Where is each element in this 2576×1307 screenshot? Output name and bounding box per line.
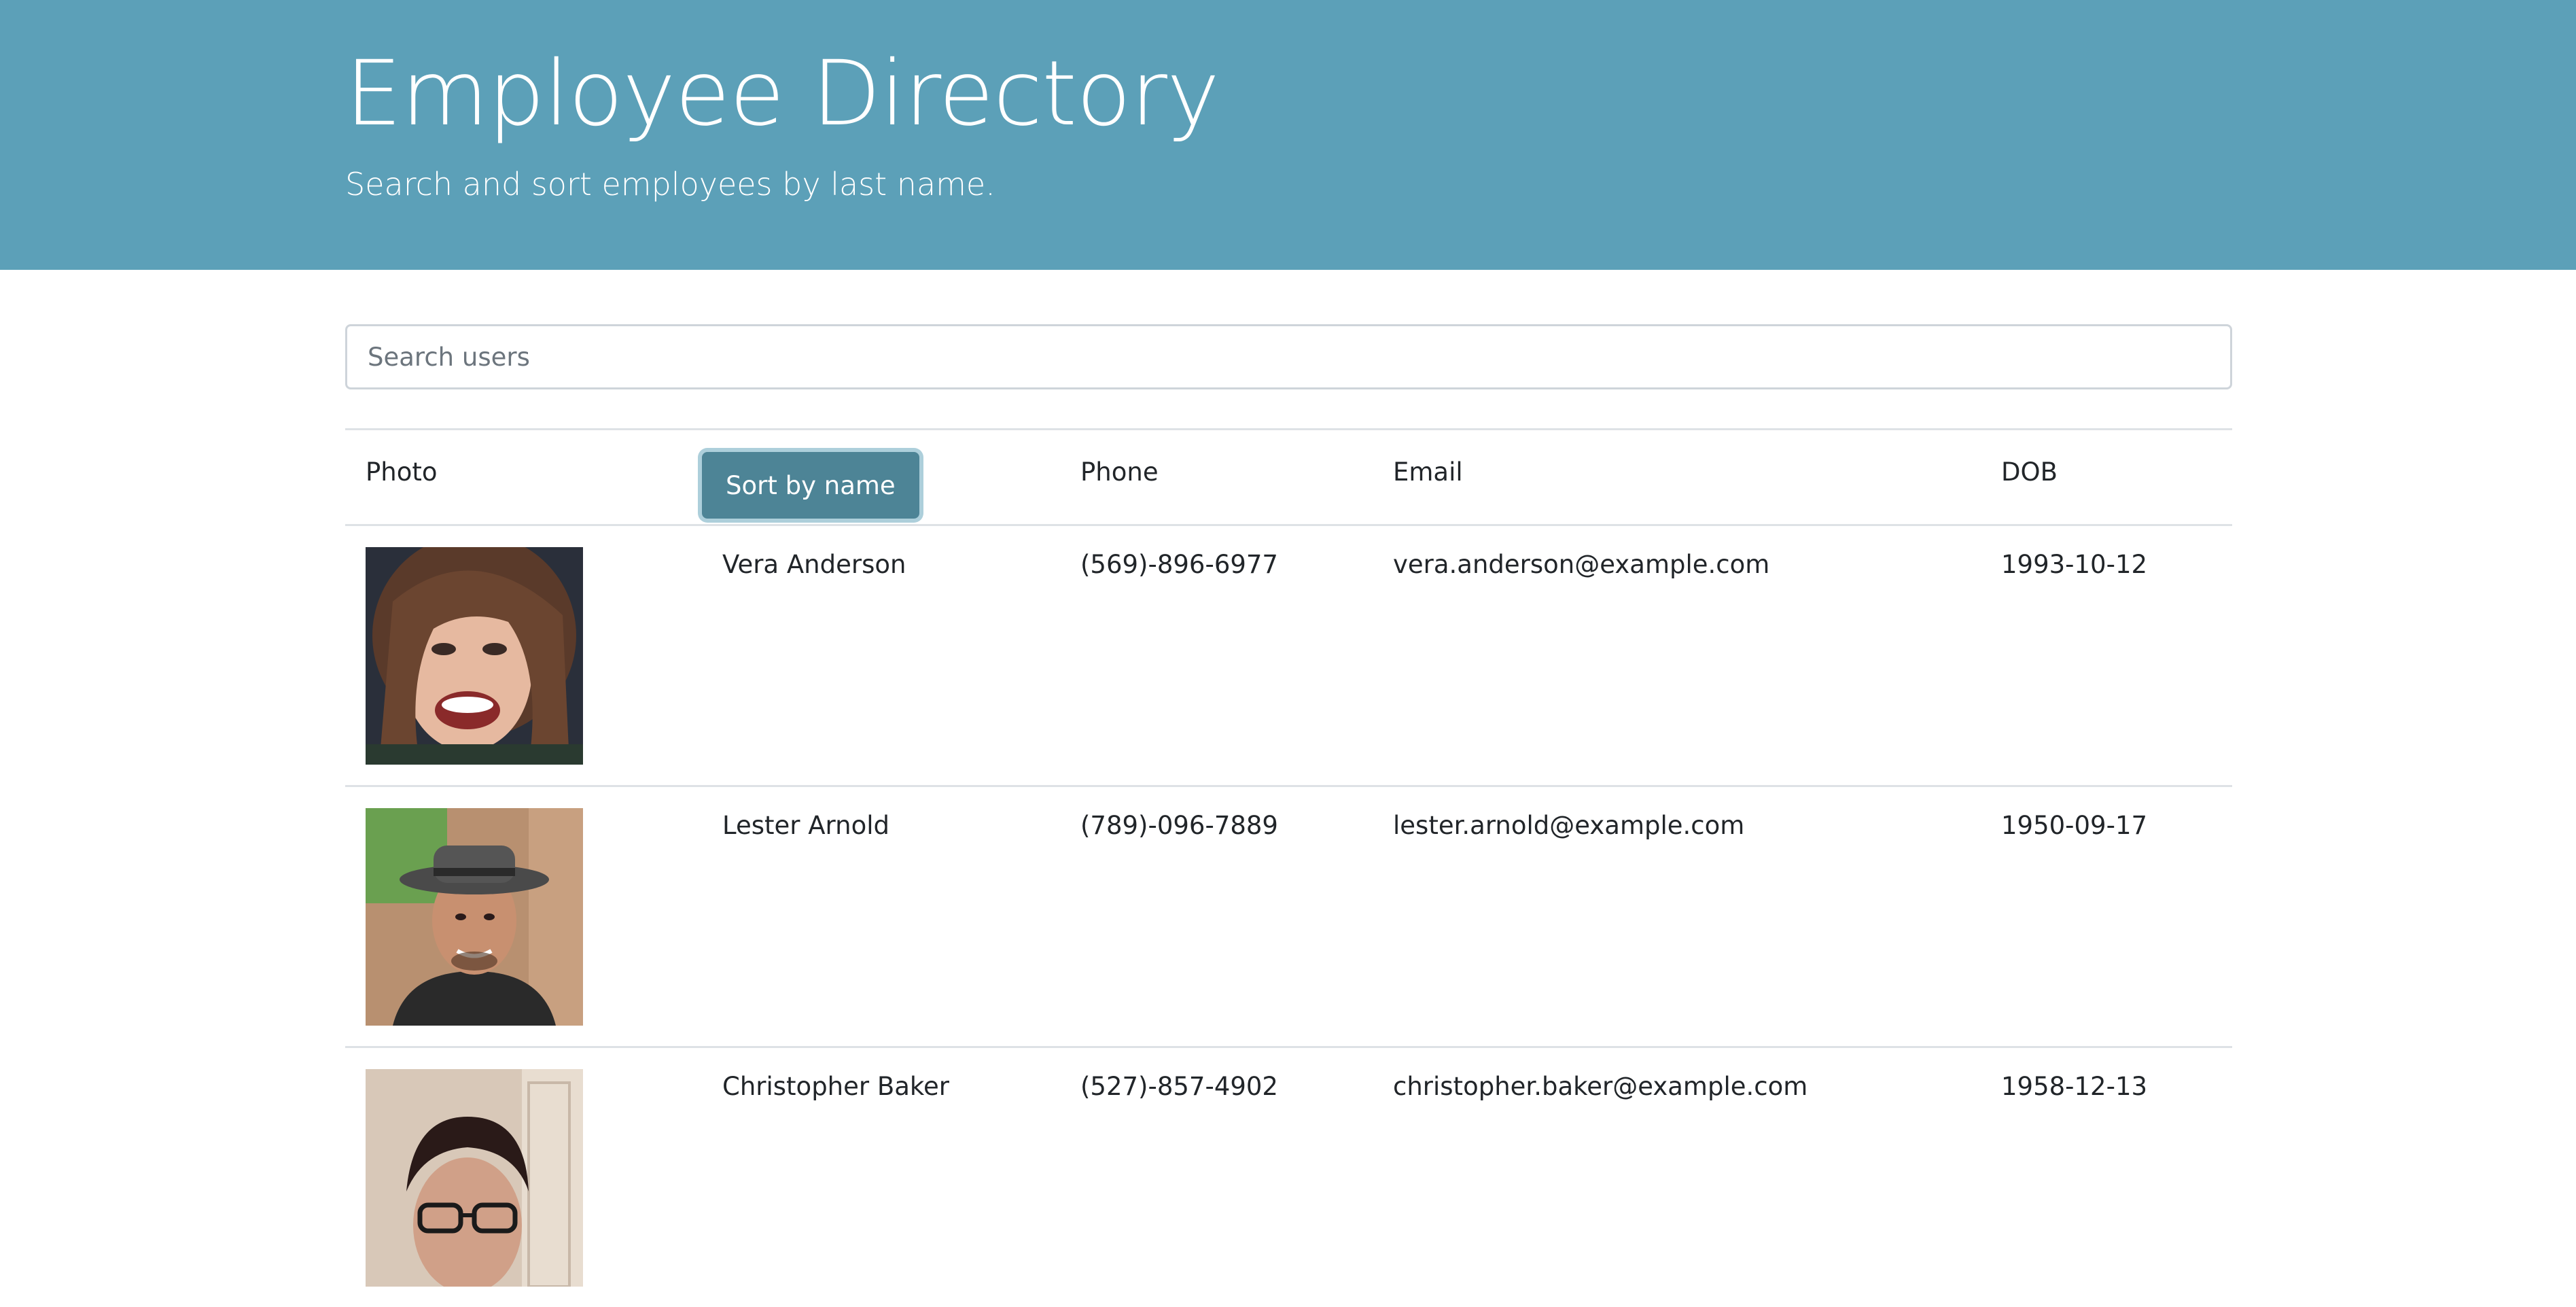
phone-column-header: Phone [1060, 430, 1373, 525]
table-row: Christopher Baker (527)-857-4902 christo… [345, 1047, 2232, 1307]
name-cell: Christopher Baker [702, 1047, 1060, 1307]
avatar-image [366, 1069, 583, 1287]
search-input[interactable] [345, 324, 2232, 389]
photo-cell [345, 1047, 702, 1307]
phone-cell: (569)-896-6977 [1060, 525, 1373, 786]
avatar-image [366, 808, 583, 1026]
photo-column-header: Photo [345, 430, 702, 525]
employee-photo [366, 808, 583, 1026]
employee-table: Photo Sort by name Phone Email DOB [345, 428, 2232, 1307]
photo-cell [345, 525, 702, 786]
avatar-image [366, 547, 583, 765]
email-cell: lester.arnold@example.com [1373, 786, 1981, 1047]
employee-photo [366, 547, 583, 765]
phone-cell: (789)-096-7889 [1060, 786, 1373, 1047]
phone-cell: (527)-857-4902 [1060, 1047, 1373, 1307]
table-row: Vera Anderson (569)-896-6977 vera.anders… [345, 525, 2232, 786]
employee-photo [366, 1069, 583, 1287]
photo-cell [345, 786, 702, 1047]
name-column-header: Sort by name [702, 430, 1060, 525]
page-header: Employee Directory Search and sort emplo… [0, 0, 2576, 270]
email-cell: vera.anderson@example.com [1373, 525, 1981, 786]
table-row: Lester Arnold (789)-096-7889 lester.arno… [345, 786, 2232, 1047]
dob-cell: 1993-10-12 [1981, 525, 2232, 786]
name-cell: Vera Anderson [702, 525, 1060, 786]
name-cell: Lester Arnold [702, 786, 1060, 1047]
page-subtitle: Search and sort employees by last name. [345, 160, 995, 208]
email-cell: christopher.baker@example.com [1373, 1047, 1981, 1307]
dob-column-header: DOB [1981, 430, 2232, 525]
table-header-row: Photo Sort by name Phone Email DOB [345, 430, 2232, 525]
sort-by-name-button[interactable]: Sort by name [702, 452, 919, 519]
dob-cell: 1950-09-17 [1981, 786, 2232, 1047]
dob-cell: 1958-12-13 [1981, 1047, 2232, 1307]
email-column-header: Email [1373, 430, 1981, 525]
page-title: Employee Directory [345, 33, 1219, 155]
